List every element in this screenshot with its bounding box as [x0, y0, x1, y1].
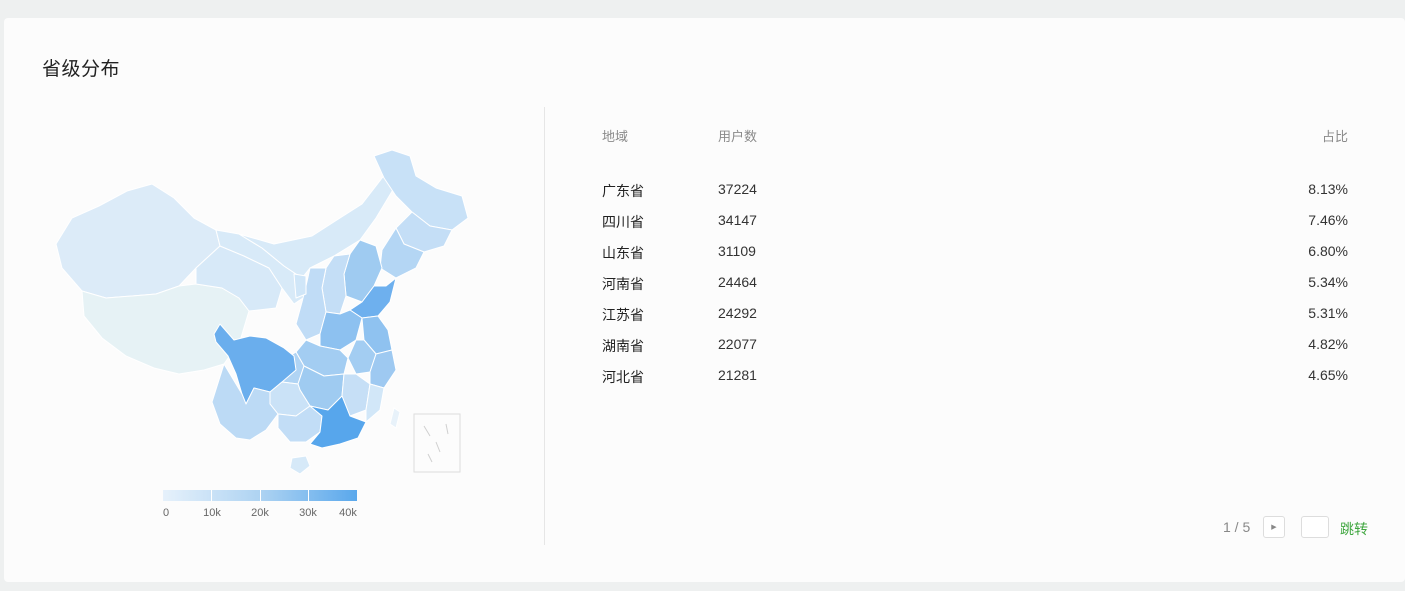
- header-ratio: 占比: [1321, 129, 1348, 144]
- table-row: 江苏省 24292 5.31%: [602, 305, 1348, 336]
- legend-labels: 0 10k 20k 30k 40k: [163, 507, 363, 523]
- table-row: 河北省 21281 4.65%: [602, 367, 1348, 398]
- caret-right-icon: ▶: [1271, 524, 1277, 531]
- cell-ratio: 6.80%: [1308, 243, 1348, 259]
- legend-gradient-bar: [163, 490, 357, 501]
- cell-ratio: 7.46%: [1308, 212, 1348, 228]
- header-users: 用户数: [718, 129, 758, 144]
- inset-islands: [423, 423, 449, 463]
- legend-tick: [260, 490, 261, 501]
- table-row: 河南省 24464 5.34%: [602, 274, 1348, 305]
- cell-users: 24464: [718, 274, 757, 290]
- cell-users: 37224: [718, 181, 757, 197]
- table-row: 山东省 31109 6.80%: [602, 243, 1348, 274]
- china-map-svg: [55, 149, 469, 475]
- cell-region: 河北省: [602, 369, 644, 385]
- cell-users: 22077: [718, 336, 757, 352]
- cell-region: 山东省: [602, 245, 644, 261]
- region-taiwan[interactable]: [389, 407, 401, 429]
- legend-tick: [211, 490, 212, 501]
- cell-region: 广东省: [602, 183, 644, 199]
- table-row: 广东省 37224 8.13%: [602, 181, 1348, 212]
- cell-region: 河南省: [602, 276, 644, 292]
- section-title: 省级分布: [42, 59, 121, 80]
- table-row: 四川省 34147 7.46%: [602, 212, 1348, 243]
- header-region: 地域: [602, 129, 629, 144]
- region-hainan[interactable]: [289, 455, 311, 475]
- legend-tick: [308, 490, 309, 501]
- region-fujian[interactable]: [365, 383, 385, 423]
- china-map: [44, 126, 484, 476]
- cell-region: 四川省: [602, 214, 644, 230]
- legend-label-0: 0: [162, 507, 170, 519]
- jump-button[interactable]: 跳转: [1340, 519, 1368, 539]
- south-china-sea-inset: [413, 413, 461, 473]
- cell-ratio: 5.34%: [1308, 274, 1348, 290]
- table-row: 湖南省 22077 4.82%: [602, 336, 1348, 367]
- cell-region: 江苏省: [602, 307, 644, 323]
- legend-label-40k: 40k: [339, 507, 357, 519]
- cell-users: 31109: [718, 243, 756, 259]
- cell-ratio: 4.82%: [1308, 336, 1348, 352]
- map-legend: 0 10k 20k 30k 40k: [163, 490, 363, 523]
- province-table: 地域 用户数 占比 广东省 37224 8.13% 四川省 34147 7.46…: [602, 126, 1348, 398]
- cell-users: 21281: [718, 367, 757, 383]
- legend-label-30k: 30k: [299, 507, 317, 519]
- cell-region: 湖南省: [602, 338, 644, 354]
- cell-ratio: 8.13%: [1308, 181, 1348, 197]
- province-distribution-card: 省级分布 0 10k 20k 30k 40k 地域 用户数 占比 广东省 372…: [4, 18, 1405, 582]
- cell-users: 34147: [718, 212, 757, 228]
- cell-ratio: 5.31%: [1308, 305, 1348, 321]
- region-ningxia[interactable]: [293, 273, 307, 299]
- cell-ratio: 4.65%: [1308, 367, 1348, 383]
- divider: [544, 107, 545, 545]
- legend-label-20k: 20k: [251, 507, 269, 519]
- legend-label-10k: 10k: [203, 507, 221, 519]
- region-xinjiang[interactable]: [55, 183, 221, 299]
- table-header: 地域 用户数 占比: [602, 126, 1348, 181]
- page-indicator: 1 / 5: [1223, 519, 1251, 535]
- page-number-input[interactable]: [1301, 516, 1329, 538]
- next-page-button[interactable]: ▶: [1263, 516, 1285, 538]
- cell-users: 24292: [718, 305, 757, 321]
